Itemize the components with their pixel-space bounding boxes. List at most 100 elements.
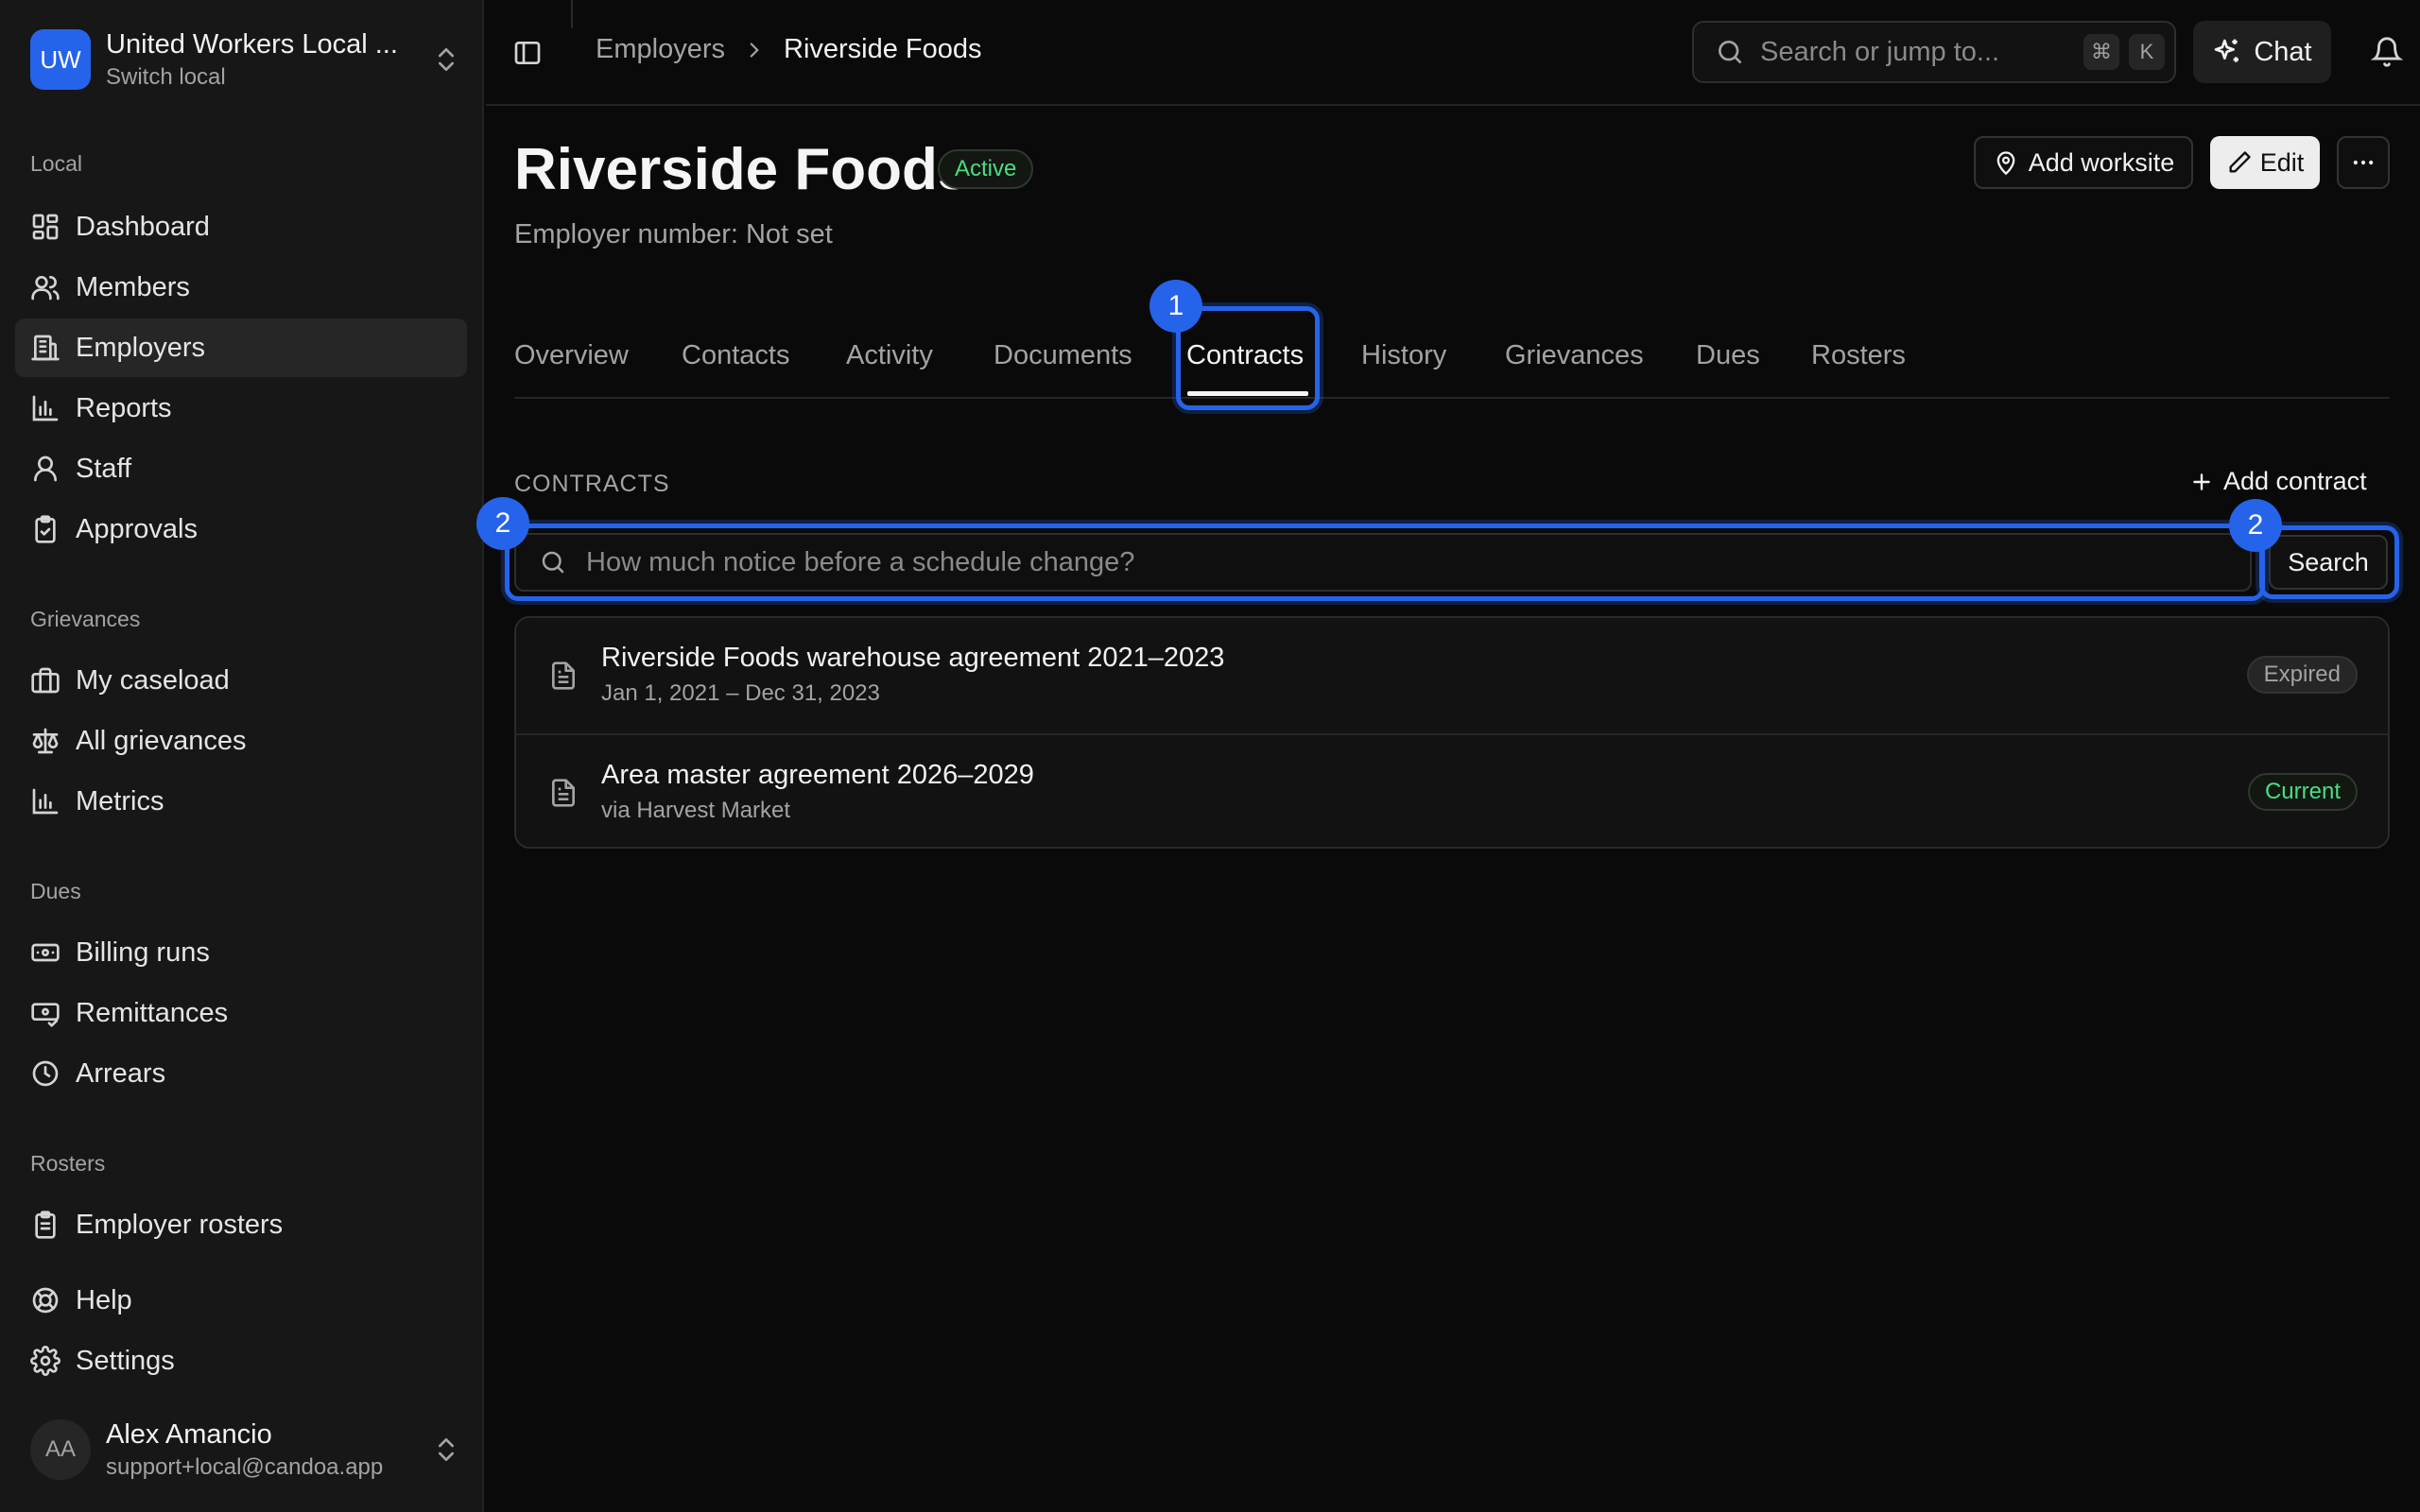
more-actions-button[interactable] xyxy=(2337,136,2390,189)
chevrons-up-down-icon xyxy=(431,1435,461,1465)
sidebar-item-employer-rosters[interactable]: Employer rosters xyxy=(15,1195,467,1254)
chevron-right-icon xyxy=(742,38,767,62)
tab-activity[interactable]: Activity xyxy=(846,340,933,371)
breadcrumb: Employers Riverside Foods xyxy=(596,34,982,65)
tab-overview[interactable]: Overview xyxy=(514,340,629,371)
section-label-rosters: Rosters xyxy=(30,1151,106,1176)
tab-dues[interactable]: Dues xyxy=(1696,340,1760,371)
add-contract-label: Add contract xyxy=(2223,467,2367,495)
list-item[interactable]: Riverside Foods warehouse agreement 2021… xyxy=(516,618,2388,733)
annotation-marker-1: 1 xyxy=(1150,280,1202,333)
pencil-icon xyxy=(2226,149,2253,176)
contract-dates: Jan 1, 2021 – Dec 31, 2023 xyxy=(601,680,880,706)
edit-label: Edit xyxy=(2259,147,2305,177)
sidebar-item-help[interactable]: Help xyxy=(15,1271,467,1330)
sidebar-item-reports[interactable]: Reports xyxy=(15,379,467,438)
sidebar-item-my-caseload[interactable]: My caseload xyxy=(15,651,467,710)
sidebar-item-settings[interactable]: Settings xyxy=(15,1332,467,1390)
annotation-marker-2-button: 2 xyxy=(2229,499,2282,552)
add-contract-button[interactable]: Add contract xyxy=(2189,467,2367,496)
section-label-local: Local xyxy=(30,151,82,176)
sidebar-item-label: Help xyxy=(76,1284,132,1315)
sidebar-item-label: Dashboard xyxy=(76,211,210,242)
section-label-dues: Dues xyxy=(30,879,81,903)
contract-source: via Harvest Market xyxy=(601,798,791,823)
sidebar-item-approvals[interactable]: Approvals xyxy=(15,500,467,558)
breadcrumb-current: Riverside Foods xyxy=(784,34,982,64)
breadcrumb-employers[interactable]: Employers xyxy=(596,34,725,65)
status-badge: Active xyxy=(938,149,1034,189)
sidebar-item-billing-runs[interactable]: Billing runs xyxy=(15,923,467,982)
tab-documents[interactable]: Documents xyxy=(994,340,1132,371)
contract-title: Area master agreement 2026–2029 xyxy=(601,760,1034,790)
sidebar-item-dashboard[interactable]: Dashboard xyxy=(15,198,467,256)
user-email: support+local@candoa.app xyxy=(106,1453,384,1480)
search-placeholder: Search or jump to... xyxy=(1760,36,2000,67)
sidebar-item-label: Remittances xyxy=(76,997,229,1028)
sidebar-toggle-icon[interactable] xyxy=(512,38,543,68)
file-text-icon xyxy=(548,778,579,808)
employer-number: Employer number: Not set xyxy=(514,219,833,249)
chevrons-up-down-icon xyxy=(431,44,461,75)
banknote-icon xyxy=(30,937,60,968)
plus-icon xyxy=(2189,470,2214,494)
global-search-input[interactable]: Search or jump to... ⌘ K xyxy=(1692,21,2176,83)
sidebar-item-label: Billing runs xyxy=(76,936,210,968)
sidebar-item-remittances[interactable]: Remittances xyxy=(15,984,467,1042)
annotation-marker-2: 2 xyxy=(476,497,529,550)
clipboard-list-icon xyxy=(30,1210,60,1240)
sidebar-item-label: Staff xyxy=(76,453,132,484)
list-item[interactable]: Area master agreement 2026–2029 via Harv… xyxy=(516,733,2388,847)
sidebar-item-staff[interactable]: Staff xyxy=(15,439,467,498)
highlight-search-button xyxy=(2259,525,2399,599)
sidebar-item-employers[interactable]: Employers xyxy=(15,318,467,377)
sidebar-item-arrears[interactable]: Arrears xyxy=(15,1044,467,1103)
tab-rosters[interactable]: Rosters xyxy=(1811,340,1906,371)
scale-icon xyxy=(30,726,60,756)
bar-chart-icon xyxy=(30,393,60,423)
life-buoy-icon xyxy=(30,1285,60,1315)
tab-history[interactable]: History xyxy=(1361,340,1446,371)
file-text-icon xyxy=(548,661,579,691)
sidebar-item-label: Reports xyxy=(76,392,172,423)
edit-button[interactable]: Edit xyxy=(2210,136,2320,189)
local-switcher[interactable]: UW United Workers Local ... Switch local xyxy=(30,28,461,91)
sidebar-item-label: Members xyxy=(76,271,190,302)
status-badge: Current xyxy=(2247,773,2358,811)
gear-icon xyxy=(30,1346,60,1376)
sidebar-item-metrics[interactable]: Metrics xyxy=(15,772,467,831)
bar-chart-icon xyxy=(30,786,60,816)
sidebar-item-label: My caseload xyxy=(76,664,230,696)
divider xyxy=(571,0,573,28)
sidebar-item-label: Approvals xyxy=(76,513,198,544)
chat-button[interactable]: Chat xyxy=(2193,21,2331,83)
add-worksite-label: Add worksite xyxy=(2028,147,2175,177)
user-menu[interactable]: AA Alex Amancio support+local@candoa.app xyxy=(30,1418,461,1482)
bell-icon[interactable] xyxy=(2371,36,2403,68)
tab-contacts[interactable]: Contacts xyxy=(682,340,789,371)
receipt-check-icon xyxy=(30,998,60,1028)
user-name: Alex Amancio xyxy=(106,1418,272,1450)
avatar: AA xyxy=(30,1419,91,1480)
add-worksite-button[interactable]: Add worksite xyxy=(1974,136,2193,189)
tab-grievances[interactable]: Grievances xyxy=(1505,340,1644,371)
sparkles-icon xyxy=(2212,37,2242,67)
highlight-tab-contracts xyxy=(1176,306,1320,410)
dashboard-icon xyxy=(30,212,60,242)
page-title: Riverside Foods xyxy=(514,137,971,202)
sidebar-item-label: All grievances xyxy=(76,725,247,756)
highlight-contract-search xyxy=(505,524,2265,601)
more-horizontal-icon xyxy=(2350,149,2377,176)
sidebar-item-all-grievances[interactable]: All grievances xyxy=(15,712,467,770)
sidebar-item-members[interactable]: Members xyxy=(15,258,467,317)
sidebar-item-label: Employer rosters xyxy=(76,1209,284,1240)
chat-label: Chat xyxy=(2254,36,2312,67)
org-name: United Workers Local ... xyxy=(106,28,398,60)
building-icon xyxy=(30,333,60,363)
contract-list: Riverside Foods warehouse agreement 2021… xyxy=(514,616,2390,849)
sidebar-item-label: Metrics xyxy=(76,785,164,816)
briefcase-icon xyxy=(30,665,60,696)
shortcut-key-k: K xyxy=(2129,34,2165,70)
sidebar-item-label: Arrears xyxy=(76,1057,166,1089)
switch-local-label: Switch local xyxy=(106,63,226,90)
